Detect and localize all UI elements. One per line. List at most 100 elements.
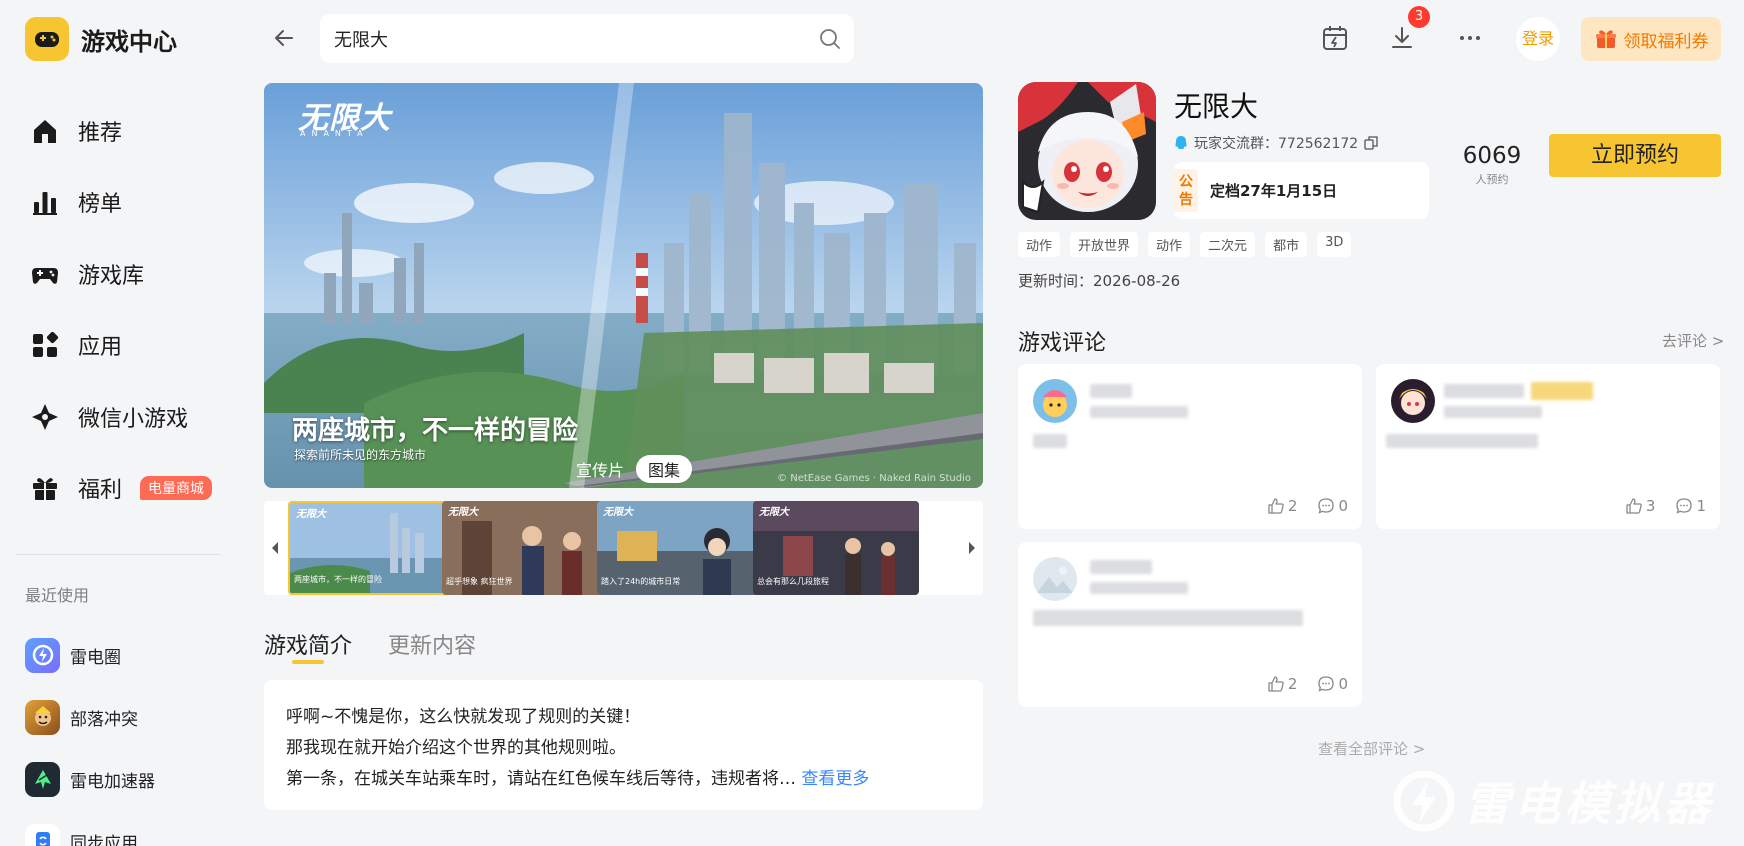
- intro-box: 呼啊~不愧是你，这么快就发现了规则的关键！ 那我现在就开始介绍这个世界的其他规则…: [264, 680, 983, 810]
- announcement-tag: 公 告: [1174, 169, 1198, 212]
- thumbnail-3[interactable]: 无限大 踏入了24h的城市日常: [597, 501, 763, 595]
- calendar-button[interactable]: [1319, 22, 1351, 54]
- thumbnail-logo: 无限大: [759, 507, 789, 518]
- announcement[interactable]: 公 告 定档27年1月15日: [1174, 162, 1429, 219]
- brand[interactable]: 游戏中心: [25, 17, 177, 61]
- triangle-left-icon: [272, 542, 278, 554]
- thumbnail-prev-button[interactable]: [264, 501, 286, 595]
- tab-gallery[interactable]: 图集: [636, 455, 693, 483]
- download-icon: [1392, 27, 1412, 48]
- intro-tab-indicator: [292, 660, 324, 664]
- genre-tags: 动作 开放世界 动作 二次元 都市 3D: [1018, 232, 1361, 257]
- hero-media-tabs: 宣传片 图集: [564, 455, 693, 483]
- ranking-icon: [33, 192, 57, 216]
- comment-icon[interactable]: [1317, 675, 1335, 693]
- thumbnail-1[interactable]: 无限大 两座城市，不一样的冒险: [288, 501, 454, 595]
- review-card[interactable]: 2 0: [1018, 542, 1362, 707]
- recent-item-label: 同步应用: [70, 833, 138, 846]
- hero-media[interactable]: 无限大 ANANTA 两座城市，不一样的冒险 探索前所未见的东方城市 宣传片 图…: [264, 83, 983, 488]
- tab-update-content[interactable]: 更新内容: [388, 628, 476, 660]
- genre-tag[interactable]: 开放世界: [1070, 232, 1139, 257]
- review-card[interactable]: 3 1: [1376, 364, 1720, 529]
- more-dots-icon: [1460, 36, 1480, 40]
- view-all-reviews-link[interactable]: 查看全部评论 >: [1318, 738, 1425, 759]
- thumbs-up-icon[interactable]: [1267, 497, 1285, 515]
- sidebar-item-welfare[interactable]: 福利 电量商城: [30, 453, 230, 525]
- thumbnail-next-button[interactable]: [961, 501, 983, 595]
- thumbnail-caption: 超乎想象 疯狂世界: [446, 577, 513, 586]
- announcement-text: 定档27年1月15日: [1210, 182, 1338, 200]
- login-button[interactable]: 登录: [1516, 17, 1560, 61]
- game-center-logo-icon: [25, 17, 69, 61]
- app-title: 游戏中心: [81, 27, 177, 56]
- like-count: 2: [1287, 675, 1298, 693]
- recent-item-label: 雷电加速器: [70, 771, 155, 792]
- comment-count: 0: [1338, 497, 1348, 515]
- sidebar-item-game-library[interactable]: 游戏库: [30, 238, 230, 310]
- sidebar-nav: 推荐 榜单 游戏库 应用 微信小游戏 福利 电量商城: [30, 95, 230, 524]
- thumbnail-2[interactable]: 无限大 超乎想象 疯狂世界: [442, 501, 608, 595]
- recent-item-label: 部落冲突: [70, 709, 138, 730]
- sidebar-item-ranking[interactable]: 榜单: [30, 167, 230, 239]
- blurred-review-text: [1033, 434, 1067, 448]
- arrow-left-icon: [275, 30, 293, 46]
- search-box: [320, 14, 854, 63]
- blurred-meta: [1444, 406, 1542, 418]
- accelerator-icon: [25, 761, 60, 797]
- reservation-count: 6069 人预约: [1456, 143, 1528, 187]
- sidebar-item-wechat-minigame[interactable]: 微信小游戏: [30, 381, 230, 453]
- sidebar-item-recommend[interactable]: 推荐: [30, 95, 230, 167]
- recent-item-clash-of-clans[interactable]: 部落冲突: [25, 686, 155, 748]
- thumbs-up-icon[interactable]: [1625, 497, 1643, 515]
- thumbnail-caption: 两座城市，不一样的冒险: [294, 575, 382, 584]
- clash-of-clans-icon: [25, 699, 60, 735]
- genre-tag[interactable]: 动作: [1018, 232, 1061, 257]
- watermark-text: 雷电模拟器: [1464, 777, 1714, 831]
- sidebar-item-label: 榜单: [78, 192, 123, 218]
- recent-item-accelerator[interactable]: 雷电加速器: [25, 748, 155, 810]
- sync-app-icon: [25, 823, 60, 846]
- review-stats: 3 1: [1625, 497, 1706, 515]
- recent-item-sync-app[interactable]: 同步应用: [25, 810, 155, 846]
- genre-tag[interactable]: 都市: [1265, 232, 1308, 257]
- gift-icon: [33, 478, 57, 501]
- emulator-watermark: 雷电模拟器: [1392, 768, 1714, 834]
- thumbnail-caption: 踏入了24h的城市日常: [601, 577, 681, 586]
- comment-icon[interactable]: [1317, 497, 1335, 515]
- search-input[interactable]: [334, 14, 794, 63]
- copy-icon[interactable]: [1364, 136, 1378, 150]
- sidebar-item-label: 福利: [78, 478, 123, 504]
- intro-tabs: 游戏简介 更新内容: [264, 628, 512, 660]
- tab-game-intro[interactable]: 游戏简介: [264, 628, 352, 660]
- power-store-badge: 电量商城: [140, 476, 213, 501]
- review-card[interactable]: 2 0: [1018, 364, 1362, 529]
- genre-tag[interactable]: 动作: [1148, 232, 1191, 257]
- announcement-tag-char: 公: [1179, 173, 1193, 190]
- view-more-link[interactable]: 查看更多: [801, 769, 869, 789]
- blurred-username: [1090, 384, 1132, 398]
- thumbs-up-icon[interactable]: [1267, 675, 1285, 693]
- avatar: [1391, 379, 1435, 423]
- tab-trailer[interactable]: 宣传片: [564, 455, 636, 483]
- comment-icon[interactable]: [1675, 497, 1693, 515]
- claim-coupon-button[interactable]: 领取福利券: [1581, 17, 1721, 61]
- gamepad-icon: [32, 267, 58, 284]
- sidebar-item-apps[interactable]: 应用: [30, 310, 230, 382]
- hero-subcaption: 探索前所未见的东方城市: [294, 448, 427, 462]
- calendar-icon: [1323, 26, 1347, 50]
- back-button[interactable]: [268, 22, 300, 54]
- review-stats: 2 0: [1267, 675, 1348, 693]
- thumbnail-4[interactable]: 无限大 总会有那么几段旅程: [753, 501, 919, 595]
- thumbnail-caption: 总会有那么几段旅程: [757, 577, 829, 586]
- write-review-link[interactable]: 去评论 >: [1662, 330, 1724, 351]
- intro-line-text: 第一条，在城关车站乘车时，请站在红色候车线后等待，违规者将…: [286, 769, 796, 789]
- qq-icon: [1175, 136, 1187, 149]
- reserve-now-button[interactable]: 立即预约: [1549, 134, 1721, 177]
- genre-tag[interactable]: 3D: [1317, 232, 1352, 257]
- wechat-minigame-icon: [32, 403, 58, 430]
- genre-tag[interactable]: 二次元: [1200, 232, 1256, 257]
- search-icon[interactable]: [818, 27, 842, 51]
- more-menu-button[interactable]: [1454, 22, 1486, 54]
- recent-item-leidian-circle[interactable]: 雷电圈: [25, 624, 155, 686]
- sidebar-divider: [15, 554, 221, 555]
